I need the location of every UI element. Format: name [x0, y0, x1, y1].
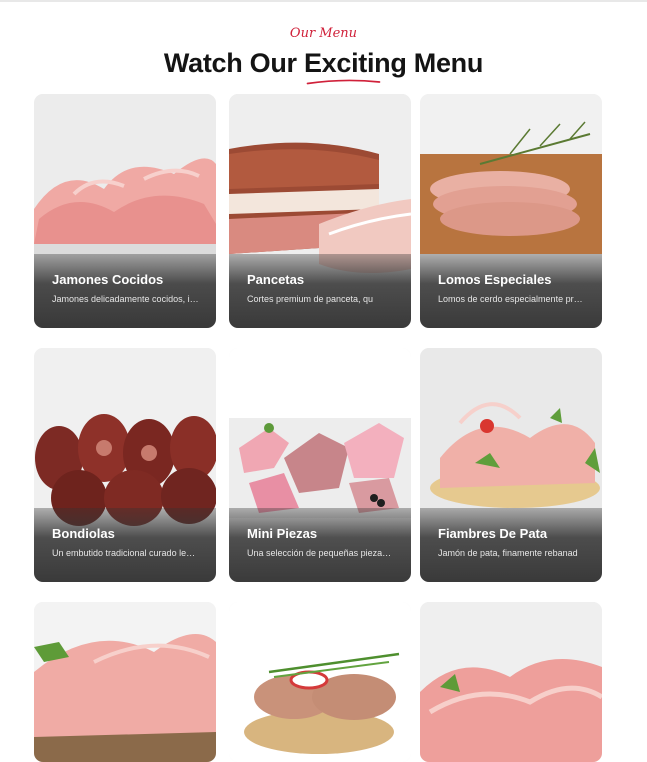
card-title: Pancetas — [247, 272, 305, 287]
card-description: Una selección de pequeñas piezas surtida… — [247, 548, 395, 558]
menu-card-row3-2[interactable] — [229, 602, 411, 762]
title-after: Menu — [413, 48, 484, 78]
menu-card-mini-piezas[interactable]: Mini Piezas Una selección de pequeñas pi… — [229, 348, 411, 582]
menu-card-jamones-cocidos[interactable]: Jamones Cocidos Jamones delicadamente co… — [34, 94, 216, 328]
card-description: Un embutido tradicional curado lentament… — [52, 548, 200, 558]
card-overlay — [420, 508, 602, 582]
card-overlay — [34, 508, 216, 582]
card-title: Mini Piezas — [247, 526, 318, 541]
title-before: Watch Our — [163, 48, 297, 78]
card-overlay — [229, 508, 411, 582]
card-description: Jamón de pata, finamente rebanad — [438, 548, 578, 558]
card-overlay — [229, 254, 411, 328]
title-highlight-wrap: Exciting — [303, 48, 407, 85]
title-highlight: Exciting — [303, 48, 407, 78]
ham-bread-image — [34, 602, 216, 762]
menu-card-bondiolas[interactable]: Bondiolas Un embutido tradicional curado… — [34, 348, 216, 582]
pate-toast-image — [229, 602, 411, 762]
section-eyebrow: Our Menu — [289, 26, 358, 41]
card-title: Lomos Especiales — [438, 272, 552, 287]
menu-card-fiambres-de-pata[interactable]: Fiambres De Pata Jamón de pata, finament… — [420, 348, 602, 582]
ham-slices-2-image — [420, 602, 602, 762]
menu-card-row3-1[interactable] — [34, 602, 216, 762]
menu-card-lomos-especiales[interactable]: Lomos Especiales Lomos de cerdo especial… — [420, 94, 602, 328]
card-title: Bondiolas — [52, 526, 115, 541]
card-overlay — [420, 254, 602, 328]
card-description: Jamones delicadamente cocidos, ideales — [52, 294, 200, 304]
card-description: Cortes premium de panceta, qu — [247, 294, 374, 304]
menu-card-pancetas[interactable]: Pancetas Cortes premium de panceta, qu — [229, 94, 411, 328]
underline-swash-icon — [306, 79, 381, 85]
card-overlay — [34, 254, 216, 328]
top-divider — [0, 0, 647, 2]
menu-card-row3-3[interactable] — [420, 602, 602, 762]
section-title: Watch Our Exciting Menu — [0, 48, 647, 85]
card-description: Lomos de cerdo especialmente preparados — [438, 294, 586, 304]
card-title: Fiambres De Pata — [438, 526, 548, 541]
card-title: Jamones Cocidos — [52, 272, 164, 287]
